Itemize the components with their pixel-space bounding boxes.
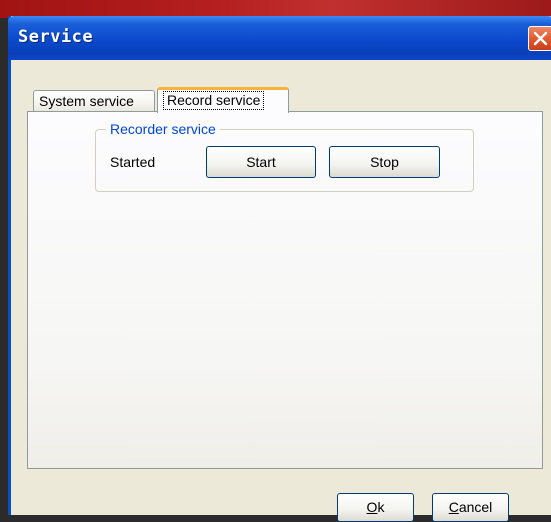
- window-title: Service: [18, 27, 94, 47]
- recorder-service-group: Recorder service Started Start Stop: [95, 119, 474, 192]
- start-button[interactable]: Start: [206, 146, 316, 178]
- ok-mnemonic: O: [366, 499, 378, 515]
- tab-system-service[interactable]: System service: [33, 90, 155, 112]
- tab-label: Record service: [163, 91, 265, 110]
- cancel-label-rest: ancel: [458, 499, 493, 515]
- dialog-client-area: System service Record service Recorder s…: [11, 60, 551, 522]
- service-dialog: Service System service Record service Re…: [8, 16, 551, 522]
- stop-button[interactable]: Stop: [329, 146, 440, 178]
- ok-label-rest: k: [377, 499, 385, 515]
- close-button[interactable]: [528, 26, 551, 51]
- cancel-mnemonic: C: [448, 499, 459, 515]
- close-icon: [533, 31, 548, 46]
- record-service-panel: Recorder service Started Start Stop: [27, 111, 543, 469]
- group-legend: Recorder service: [106, 119, 220, 139]
- tab-label: System service: [39, 93, 134, 109]
- title-bar[interactable]: Service: [8, 16, 551, 60]
- ok-button[interactable]: Ok: [337, 493, 414, 522]
- service-status: Started: [110, 154, 156, 170]
- tab-record-service[interactable]: Record service: [157, 87, 289, 113]
- cancel-button[interactable]: Cancel: [432, 493, 509, 522]
